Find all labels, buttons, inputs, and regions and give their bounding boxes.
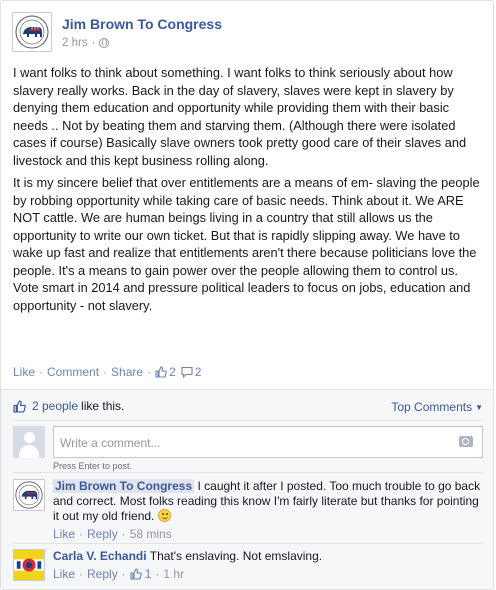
comment-text: Jim Brown To Congress I caught it after … [53,479,481,524]
comment-bubble-icon[interactable] [181,366,193,378]
likes-suffix: like this. [81,399,125,413]
post-card: Jim Brown To Congress 2 hrs · I want fol… [0,0,494,590]
top-comments-dropdown[interactable]: Top Comments ▼ [391,400,483,414]
action-separator: · [155,567,160,581]
post-header: Jim Brown To Congress 2 hrs · [12,12,482,56]
divider [13,472,483,473]
divider [13,543,483,544]
republican-seal-icon [15,481,43,509]
camera-icon[interactable] [459,436,473,447]
action-separator: · [121,527,126,541]
comment-author-link[interactable]: Jim Brown To Congress [53,479,195,493]
comment-actions: Like · Reply · 58 mins [53,527,172,541]
user-photo-icon [14,550,44,580]
comment-timestamp[interactable]: 58 mins [130,527,172,541]
post-timestamp[interactable]: 2 hrs [62,37,88,49]
likers-link[interactable]: 2 people [32,399,78,413]
share-link[interactable]: Share [111,365,143,379]
action-separator: · [121,567,126,581]
comment-link[interactable]: Comment [47,365,99,379]
comment-reply-link[interactable]: Reply [87,527,118,541]
action-separator: · [39,365,44,379]
feedback-section: 2 people like this. Top Comments ▼ Write … [1,389,493,589]
comment-like-count[interactable]: 1 [145,567,152,581]
comment-timestamp[interactable]: 1 hr [163,567,184,581]
comment-author-link[interactable]: Carla V. Echandi [53,549,147,563]
post-meta: 2 hrs · [62,37,110,49]
meta-separator: · [91,37,96,49]
compose-hint: Press Enter to post. [53,461,133,471]
comment-text: Carla V. Echandi That's enslaving. Not e… [53,549,481,564]
post-actions: Like · Comment · Share · 2 2 [13,365,201,379]
thumbs-up-icon[interactable] [155,366,167,378]
top-comments-label: Top Comments [391,400,473,414]
page-avatar[interactable] [12,12,52,52]
thumbs-up-icon [13,399,26,413]
comment-composer: Write a comment... [13,426,483,460]
action-separator: · [103,365,108,379]
comment-count[interactable]: 2 [195,365,202,379]
comment-reply-link[interactable]: Reply [87,567,118,581]
thumbs-up-icon[interactable] [130,568,142,580]
post-body: I want folks to think about something. I… [13,64,485,319]
comment-like-link[interactable]: Like [53,527,75,541]
page-name-link[interactable]: Jim Brown To Congress [62,16,222,32]
post-paragraph: I want folks to think about something. I… [13,65,467,168]
smiley-emoticon-icon [157,509,171,522]
action-separator: · [79,567,84,581]
comment-avatar[interactable] [13,549,45,581]
action-separator: · [147,365,152,379]
comment-input[interactable]: Write a comment... [53,426,483,458]
action-separator: · [79,527,84,541]
like-count[interactable]: 2 [169,365,176,379]
comment-like-link[interactable]: Like [53,567,75,581]
comment-actions: Like · Reply · 1 · 1 hr [53,567,184,581]
like-link[interactable]: Like [13,365,35,379]
default-avatar [13,426,45,458]
globe-icon[interactable] [99,38,110,48]
comment-body: That's enslaving. Not emslaving. [149,549,323,563]
post-paragraph: It is my sincere belief that over entitl… [13,175,480,313]
comment-avatar[interactable] [13,479,45,511]
likes-summary: 2 people like this. [13,399,124,413]
chevron-down-icon: ▼ [475,403,483,412]
divider [13,420,483,421]
republican-seal-icon [15,15,49,49]
